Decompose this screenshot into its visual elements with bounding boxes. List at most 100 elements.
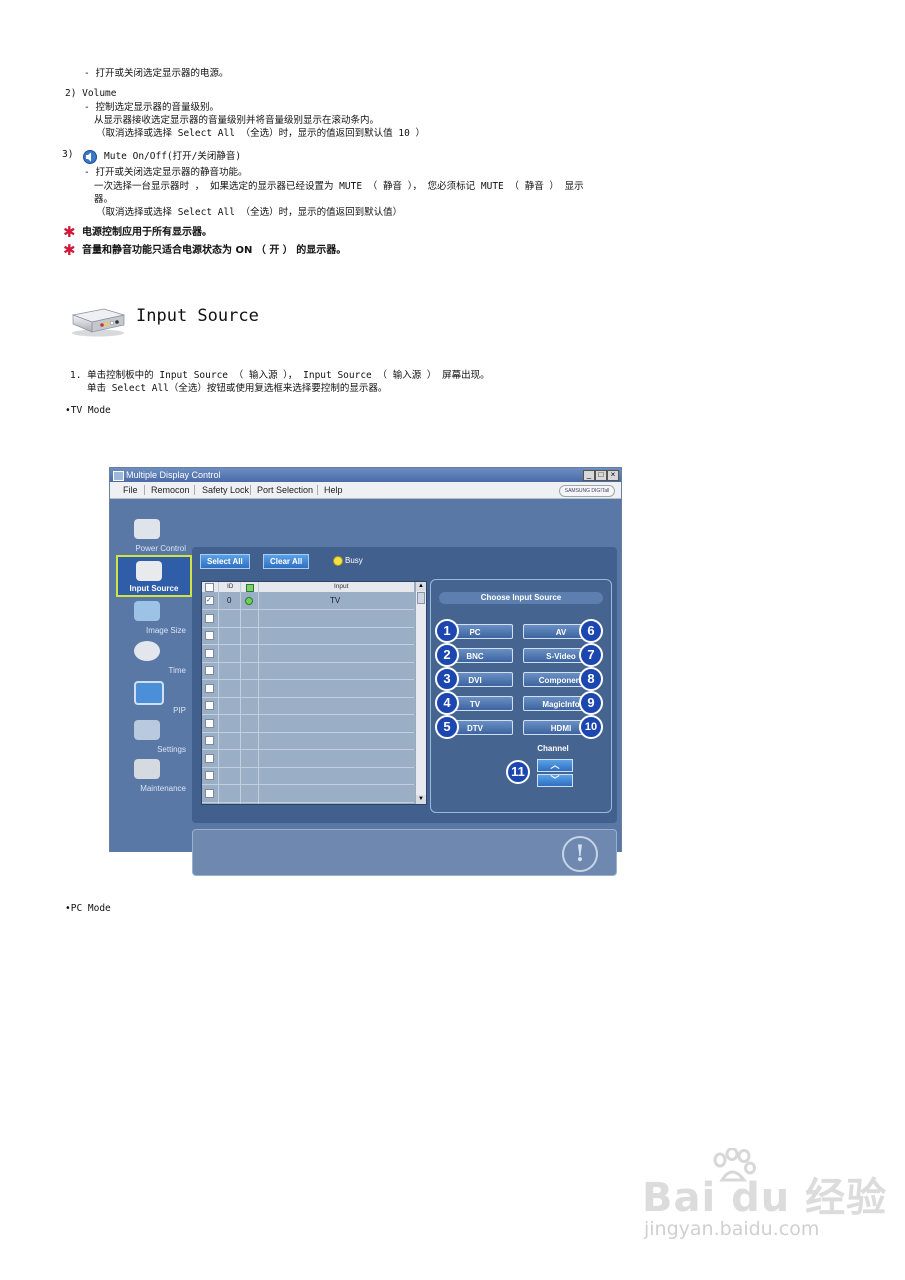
scroll-down-icon[interactable]: ▼ — [416, 795, 426, 804]
table-row[interactable] — [202, 767, 414, 785]
power-control-icon — [134, 519, 160, 539]
menu-remocon[interactable]: Remocon — [151, 482, 190, 498]
app-icon — [113, 471, 124, 481]
header-id: ID — [227, 583, 234, 590]
callout-6-icon: 6 — [579, 619, 603, 643]
row-checkbox[interactable] — [205, 683, 214, 693]
channel-up-button[interactable]: ︿ — [537, 759, 573, 772]
pc-mode-label: •PC Mode — [65, 903, 111, 914]
row-id: 0 — [227, 596, 232, 605]
main-panel: Select All Clear All Busy ID Input ✓ 0 TV … — [192, 547, 617, 823]
note-volume: 音量和静音功能只适合电源状态为 ON （ 开 ） 的显示器。 — [82, 245, 347, 256]
callout-7-icon: 7 — [579, 643, 603, 667]
header-input: Input — [334, 583, 349, 590]
choose-input-source-panel: Choose Input Source PC 1 BNC 2 DVI 3 TV 4 DTV 5 AV… — [430, 579, 612, 813]
watermark-brand: Bai du 经验 — [642, 1175, 888, 1221]
grid-scrollbar[interactable]: ▲ ▼ — [415, 582, 426, 804]
nav-maintenance[interactable]: Maintenance — [116, 757, 192, 795]
row-checkbox[interactable] — [205, 736, 214, 745]
nav-settings[interactable]: Settings — [116, 718, 192, 756]
note-power: 电源控制应用于所有显示器。 — [82, 227, 212, 238]
nav-image-size[interactable]: Image Size — [116, 599, 192, 637]
nav-time[interactable]: Time — [116, 639, 192, 677]
star-icon: ✱ — [63, 223, 76, 241]
doc-line-power: - 打开或关闭选定显示器的电源。 — [84, 68, 229, 79]
nav-pip[interactable]: PIP — [116, 679, 192, 717]
table-row[interactable] — [202, 610, 414, 628]
step-1-line-2: 单击 Select All（全选）按钮或使用复选框来选择要控制的显示器。 — [87, 383, 388, 394]
row-checkbox[interactable] — [205, 718, 214, 728]
row-checkbox[interactable] — [205, 753, 214, 763]
table-row[interactable] — [202, 715, 414, 733]
header-checkbox[interactable] — [205, 583, 214, 592]
row-input: TV — [330, 596, 341, 605]
mute-line-3: 器。 — [94, 194, 114, 205]
row-checkbox[interactable]: ✓ — [205, 596, 214, 605]
menu-file[interactable]: File — [123, 482, 138, 498]
nav-power-control[interactable]: Power Control — [116, 517, 192, 555]
row-checkbox[interactable] — [205, 631, 214, 640]
busy-label: Busy — [345, 556, 363, 565]
select-all-button[interactable]: Select All — [200, 554, 250, 569]
callout-8-icon: 8 — [579, 667, 603, 691]
busy-indicator-icon — [333, 556, 343, 566]
title-bar: Multiple Display Control _ □ × — [110, 468, 621, 482]
callout-3-icon: 3 — [435, 667, 459, 691]
section-title: Input Source — [136, 306, 259, 326]
volume-line-1: - 控制选定显示器的音量级别。 — [84, 102, 219, 113]
grid-header: ID Input — [202, 582, 414, 592]
mute-heading: Mute On/Off(打开/关闭静音) — [104, 151, 242, 162]
volume-line-2: 从显示器接收选定显示器的音量级别并将音量级别显示在滚动条内。 — [94, 115, 380, 126]
table-row[interactable] — [202, 645, 414, 663]
mdc-window: Multiple Display Control _ □ × File Remo… — [109, 467, 622, 876]
status-header-icon — [246, 584, 254, 592]
mute-line-2: 一次选择一台显示器时 ， 如果选定的显示器已经设置为 MUTE （ 静音 ）， … — [94, 181, 584, 192]
table-row[interactable] — [202, 662, 414, 680]
table-row[interactable] — [202, 697, 414, 715]
scroll-up-icon[interactable]: ▲ — [416, 582, 426, 591]
step-1-line-1: 1. 单击控制板中的 Input Source （ 输入源 ）， Input S… — [70, 370, 490, 381]
table-row[interactable] — [202, 785, 414, 803]
row-checkbox[interactable] — [205, 666, 214, 675]
status-dot-icon — [245, 597, 253, 605]
scroll-thumb[interactable] — [417, 592, 425, 604]
image-size-icon — [134, 601, 160, 621]
menu-bar: File Remocon Safety Lock Port Selection … — [110, 482, 621, 499]
samsung-logo: SAMSUNG DIGITall — [559, 485, 615, 497]
client-area: Power Control Input Source Image Size Ti… — [110, 499, 621, 876]
status-panel: ! — [192, 829, 617, 876]
callout-1-icon: 1 — [435, 619, 459, 643]
time-icon — [134, 641, 160, 661]
speaker-icon — [83, 150, 97, 164]
table-row[interactable] — [202, 750, 414, 768]
callout-9-icon: 9 — [579, 691, 603, 715]
maximize-button[interactable]: □ — [595, 470, 607, 481]
table-row[interactable]: ✓ 0 TV — [202, 592, 414, 610]
row-checkbox[interactable] — [205, 613, 214, 623]
menu-safety-lock[interactable]: Safety Lock — [202, 482, 249, 498]
row-checkbox[interactable] — [205, 771, 214, 780]
minimize-button[interactable]: _ — [583, 470, 595, 481]
table-row[interactable] — [202, 732, 414, 750]
clear-all-button[interactable]: Clear All — [263, 554, 310, 569]
watermark-url: jingyan.baidu.com — [644, 1218, 820, 1240]
row-checkbox[interactable] — [205, 701, 214, 710]
menu-help[interactable]: Help — [324, 482, 343, 498]
mute-line-4: （取消选择或选择 Select All （全选）时，显示的值返回到默认值） — [96, 207, 403, 218]
nav-input-source[interactable]: Input Source — [116, 555, 192, 597]
row-checkbox[interactable] — [205, 788, 214, 798]
callout-4-icon: 4 — [435, 691, 459, 715]
window-title: Multiple Display Control — [126, 470, 221, 480]
star-icon: ✱ — [63, 241, 76, 259]
channel-down-button[interactable]: ﹀ — [537, 774, 573, 787]
close-button[interactable]: × — [607, 470, 619, 481]
table-row[interactable] — [202, 680, 414, 698]
table-row[interactable] — [202, 627, 414, 645]
volume-heading: 2) Volume — [65, 88, 117, 99]
row-checkbox[interactable] — [205, 648, 214, 658]
menu-port-selection[interactable]: Port Selection — [257, 482, 313, 498]
mute-line-1: - 打开或关闭选定显示器的静音功能。 — [84, 167, 248, 178]
display-grid: ID Input ✓ 0 TV ▲ ▼ — [201, 581, 427, 805]
input-source-device-icon — [71, 308, 126, 337]
channel-control: Channel ︿ ﹀ — [521, 744, 585, 792]
